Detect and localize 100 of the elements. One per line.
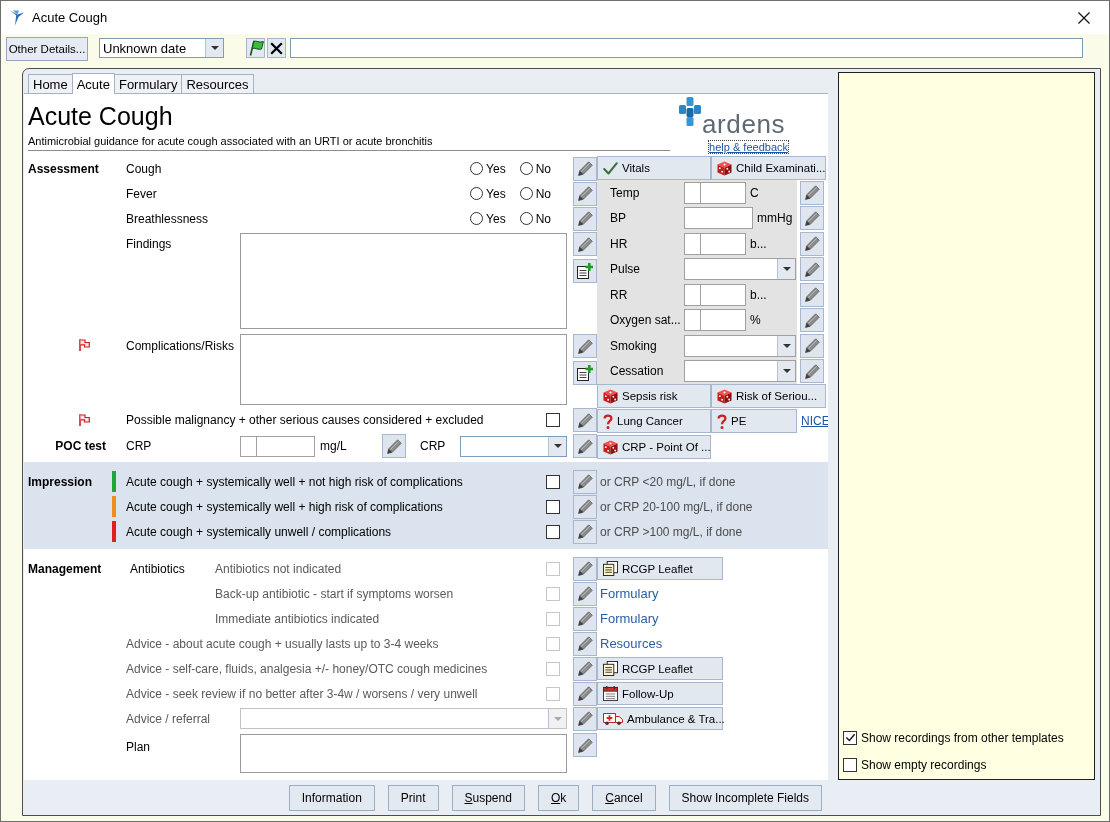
pencil-button[interactable] — [800, 180, 824, 205]
hint-text: or CRP <20 mg/L, if done — [600, 474, 736, 489]
number-field[interactable] — [240, 435, 315, 457]
dialog-button[interactable]: Information — [288, 784, 375, 811]
action-button[interactable]: Risk of Seriou... — [711, 384, 826, 408]
pencil-button[interactable] — [573, 606, 597, 631]
pencil-button[interactable] — [800, 282, 824, 307]
number-field[interactable] — [684, 283, 746, 306]
pencil-button[interactable] — [573, 706, 597, 731]
checkbox[interactable] — [546, 474, 560, 489]
checkbox-label: Show recordings from other templates — [861, 730, 1064, 745]
action-button[interactable]: Vitals — [597, 156, 711, 180]
tab[interactable]: Resources — [181, 74, 254, 93]
unit-label: b... — [750, 236, 767, 251]
tab[interactable]: Formulary — [113, 74, 183, 93]
pencil-button[interactable] — [382, 434, 406, 458]
caret-icon — [782, 267, 791, 272]
field-label: CRP — [126, 439, 152, 453]
pencil-button[interactable] — [573, 232, 597, 256]
dropdown[interactable] — [684, 258, 796, 281]
number-field[interactable] — [684, 232, 746, 255]
radio-label: No — [535, 186, 551, 201]
date-combo-box[interactable]: Unknown date — [99, 38, 224, 58]
text-area[interactable] — [240, 233, 567, 329]
radio-button[interactable] — [519, 187, 533, 200]
section-label: POC test — [55, 439, 106, 453]
radio-button[interactable] — [519, 162, 533, 175]
radio-button[interactable] — [470, 212, 484, 225]
option-label: Advice - seek review if no better after 3-4w / worsens / very unwell — [126, 686, 478, 701]
dropdown[interactable] — [684, 360, 796, 383]
field-label: Fever — [126, 186, 157, 201]
option-label: Advice - about acute cough + usually lasts up to 3-4 weeks — [126, 636, 439, 651]
action-button[interactable]: Sepsis risk — [597, 384, 711, 408]
pencil-button[interactable] — [573, 656, 597, 681]
pencil-button[interactable] — [800, 206, 824, 231]
dice-icon — [717, 388, 732, 404]
tick-icon — [603, 161, 618, 175]
pencil-button[interactable] — [573, 408, 597, 432]
section-label: Assessment — [28, 161, 99, 176]
dialog-button[interactable]: Ok — [537, 784, 580, 811]
action-button[interactable]: PE — [711, 409, 797, 433]
pencil-button[interactable] — [573, 181, 597, 206]
pencil-button[interactable] — [573, 206, 597, 231]
pencil-icon — [577, 412, 593, 428]
field-label: Cessation — [610, 364, 664, 379]
flag-icon — [79, 414, 90, 426]
number-field[interactable] — [684, 309, 746, 332]
other-details-button[interactable]: Other Details... — [6, 37, 88, 61]
dialog-button[interactable]: Suspend — [451, 784, 525, 811]
pencil-button[interactable] — [573, 631, 597, 656]
number-field[interactable] — [684, 181, 746, 204]
radio-button[interactable] — [519, 212, 533, 225]
add-note-button[interactable] — [573, 259, 597, 283]
field-label: Plan — [126, 740, 151, 754]
dialog-button[interactable]: Show Incomplete Fields — [668, 784, 822, 811]
add-note-button[interactable] — [573, 361, 597, 385]
pencil-button[interactable] — [573, 334, 597, 358]
checkbox[interactable] — [546, 413, 560, 427]
input-field[interactable] — [290, 38, 1083, 58]
pencil-button[interactable] — [573, 556, 597, 581]
checkbox[interactable] — [546, 499, 560, 514]
action-button[interactable]: CRP - Point Of ... — [597, 435, 711, 459]
tab[interactable]: Home — [28, 74, 73, 93]
input-field[interactable] — [684, 207, 753, 230]
radio-button[interactable] — [470, 187, 484, 200]
dropdown[interactable] — [460, 435, 567, 457]
pencil-button[interactable] — [573, 494, 597, 519]
pencil-button[interactable] — [573, 681, 597, 706]
radio-button[interactable] — [470, 162, 484, 175]
pencil-button[interactable] — [800, 231, 824, 256]
action-button[interactable]: Child Examinati... — [711, 156, 826, 180]
pencil-button[interactable] — [573, 519, 597, 544]
pencil-icon — [577, 636, 593, 651]
checkbox[interactable] — [843, 730, 857, 745]
text-area[interactable] — [240, 334, 567, 405]
unit-label: C — [750, 185, 759, 200]
pencil-icon — [804, 210, 820, 226]
help-link[interactable]: help & feedback — [708, 140, 789, 154]
pencil-button[interactable] — [800, 333, 824, 358]
option-label: Advice - self-care, fluids, analgesia +/- honey/OTC cough medicines — [126, 661, 488, 676]
flag-button[interactable] — [246, 38, 265, 58]
pencil-button[interactable] — [800, 257, 824, 282]
tab[interactable]: Acute — [71, 73, 115, 94]
dialog-button[interactable]: Cancel — [592, 784, 656, 811]
checkbox[interactable] — [546, 524, 560, 539]
clear-button[interactable] — [267, 38, 286, 58]
hint-text: or CRP >100 mg/L, if done — [600, 524, 743, 539]
pencil-button[interactable] — [573, 733, 597, 757]
pencil-button[interactable] — [800, 308, 824, 333]
pencil-button[interactable] — [573, 469, 597, 494]
text-area[interactable] — [240, 734, 567, 773]
pencil-button[interactable] — [573, 581, 597, 606]
option-label: Antibiotics not indicated — [215, 561, 342, 576]
dropdown[interactable] — [684, 334, 796, 357]
dialog-button[interactable]: Print — [387, 784, 439, 811]
action-button[interactable]: Lung Cancer — [597, 409, 711, 433]
pencil-button[interactable] — [573, 156, 597, 181]
checkbox[interactable] — [843, 757, 857, 772]
pencil-button[interactable] — [573, 434, 597, 458]
pencil-button[interactable] — [800, 359, 824, 384]
